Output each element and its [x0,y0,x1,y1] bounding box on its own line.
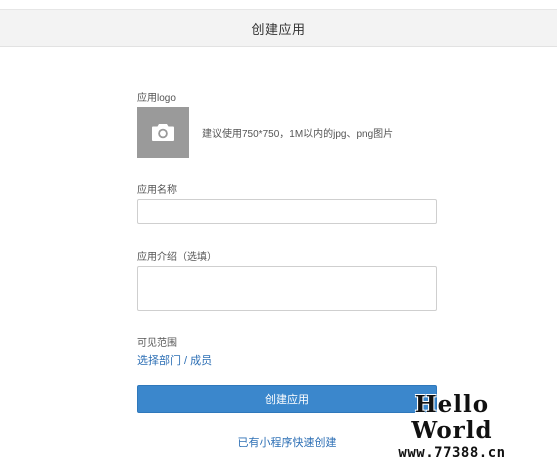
logo-label: 应用logo [137,93,176,104]
quick-create-miniprogram-link[interactable]: 已有小程序快速创建 [238,437,337,449]
visibility-label: 可见范围 [137,338,177,349]
logo-upload-button[interactable] [137,107,189,158]
app-name-input[interactable] [137,199,437,224]
page-header: 创建应用 [0,9,557,47]
select-department-member-link[interactable]: 选择部门 / 成员 [137,352,212,368]
app-intro-textarea[interactable] [137,266,437,311]
top-strip [0,0,557,9]
logo-hint: 建议使用750*750，1M以内的jpg、png图片 [202,129,394,140]
quick-create-row: 已有小程序快速创建 [0,434,557,450]
app-intro-label: 应用介绍（选填） [137,252,217,263]
create-app-button-label: 创建应用 [265,394,309,406]
camera-icon [152,124,174,141]
app-name-label: 应用名称 [137,185,177,196]
create-app-button[interactable]: 创建应用 [137,385,437,413]
page-title: 创建应用 [251,21,306,37]
